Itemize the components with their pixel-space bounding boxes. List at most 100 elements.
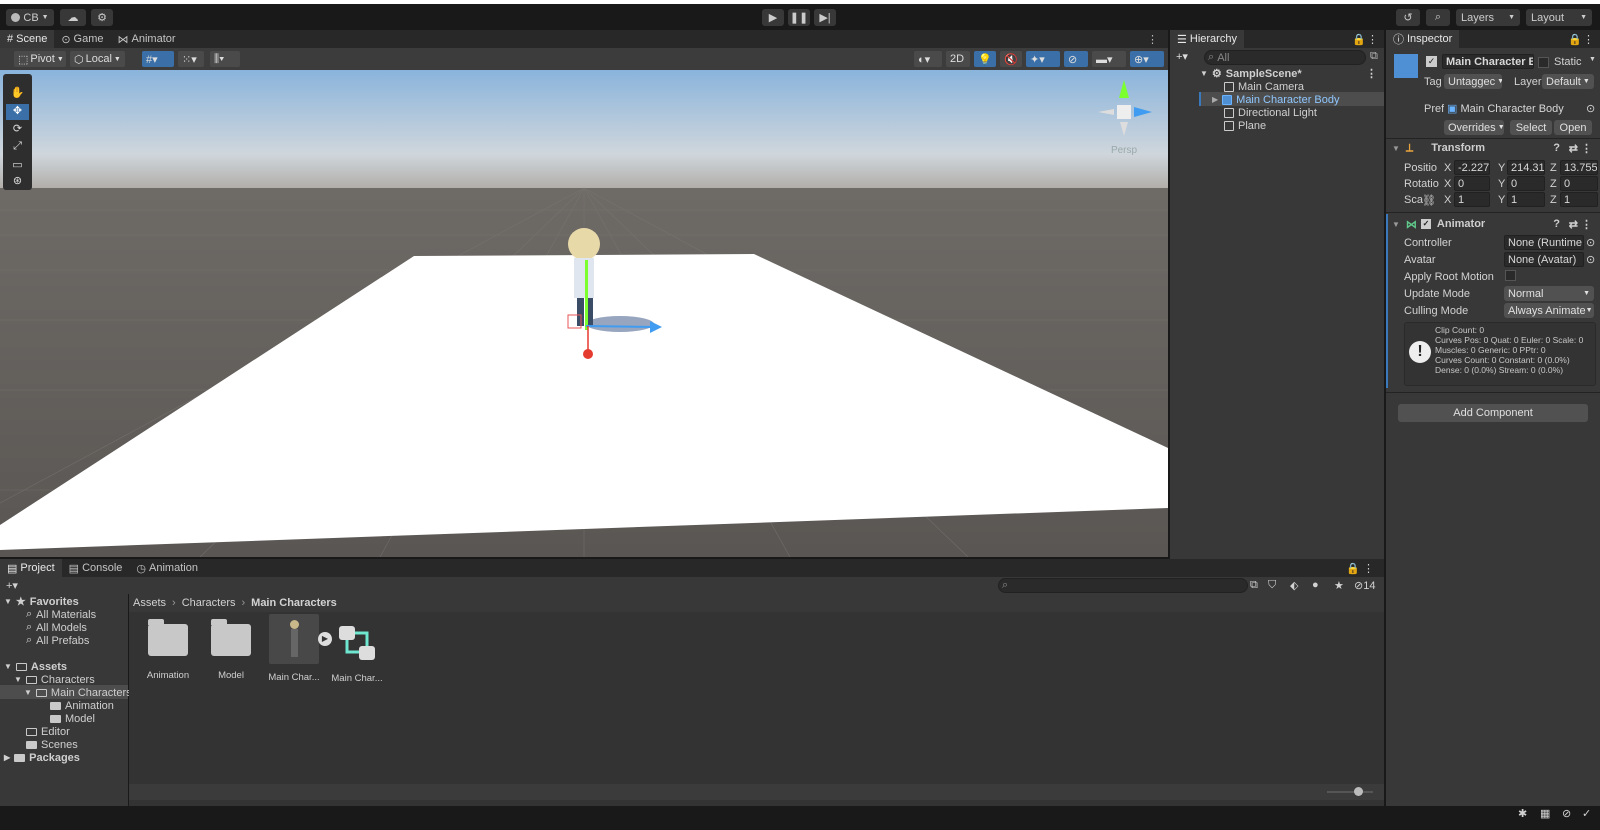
favorite-item[interactable]: ⌕ All Materials	[26, 608, 96, 621]
hand-tool-icon[interactable]: ✋	[6, 86, 29, 102]
tree-main-characters[interactable]: ▼ Main Characters	[24, 686, 132, 699]
object-picker-icon[interactable]: ⊙	[1586, 253, 1595, 266]
tree-editor[interactable]: Editor	[26, 725, 70, 738]
favorites-header[interactable]: ▼ ★ Favorites	[4, 595, 79, 609]
tab-inspector[interactable]: ⓘ Inspector	[1386, 30, 1460, 48]
more-options-icon[interactable]: ⋮	[1581, 142, 1592, 155]
tab-console[interactable]: ▤ Console	[62, 559, 130, 577]
tree-animation[interactable]: Animation	[50, 699, 114, 712]
position-z-field[interactable]: 13.755	[1560, 160, 1598, 175]
layer-dropdown[interactable]: Default ▼	[1542, 74, 1594, 89]
breadcrumb-item[interactable]: Main Characters	[251, 597, 337, 609]
project-search-input[interactable]: ⌕	[998, 578, 1248, 593]
hierarchy-search-input[interactable]: ⌕ All	[1204, 50, 1366, 65]
preset-icon[interactable]: ⇄	[1569, 142, 1578, 155]
label-icon[interactable]: ⬖	[1290, 579, 1298, 592]
position-y-field[interactable]: 214.31	[1507, 160, 1545, 175]
scene-root[interactable]: ▼ ⚙ SampleScene* ⋮	[1200, 67, 1377, 81]
object-picker-icon[interactable]: ⊙	[1586, 236, 1595, 249]
tree-model[interactable]: Model	[50, 712, 95, 725]
transform-header[interactable]: ▼ ⟂ Transform ? ⇄ ⋮	[1392, 140, 1598, 156]
select-button[interactable]: Select	[1510, 120, 1552, 135]
grid-snap-button[interactable]: #▾	[142, 51, 174, 67]
more-options-icon[interactable]: ⋮	[1366, 67, 1377, 80]
log-icon[interactable]: ●	[1312, 579, 1319, 591]
lock-icon[interactable]: 🔒	[1346, 562, 1360, 575]
effects-toggle[interactable]: ✦▾	[1026, 51, 1060, 67]
hidden-packages-toggle[interactable]: ⊘14	[1354, 579, 1375, 592]
scene-filter-icon[interactable]: ⧉	[1370, 50, 1378, 63]
overrides-dropdown[interactable]: Overrides ▼	[1444, 120, 1504, 135]
active-checkbox[interactable]: ✓	[1426, 56, 1437, 67]
star-icon[interactable]: ★	[1334, 579, 1344, 592]
static-checkbox[interactable]	[1538, 57, 1549, 68]
help-icon[interactable]: ?	[1553, 142, 1560, 154]
tree-packages[interactable]: ▶ Packages	[4, 751, 80, 764]
local-dropdown[interactable]: ⬡ Local ▼	[70, 51, 125, 67]
pause-button[interactable]: ❚❚	[788, 9, 810, 26]
tag-dropdown[interactable]: Untaggec ▼	[1444, 74, 1502, 89]
link-icon[interactable]: ⛓	[1422, 194, 1436, 207]
scale-tool-icon[interactable]: ⤢	[6, 140, 29, 156]
animator-header[interactable]: ▼ ⋈ ✓ Animator ? ⇄ ⋮	[1392, 216, 1598, 232]
hidden-objects-toggle[interactable]: ⊘	[1064, 51, 1088, 67]
lighting-toggle[interactable]: 💡	[974, 51, 996, 67]
check-circle-icon[interactable]: ✓	[1582, 807, 1591, 820]
more-options-icon[interactable]: ⋮	[1583, 33, 1594, 46]
layers-dropdown[interactable]: Layers ▼	[1456, 9, 1520, 26]
scale-y-field[interactable]: 1	[1507, 192, 1545, 207]
2d-toggle[interactable]: 2D	[946, 51, 970, 67]
zoom-slider[interactable]	[1327, 791, 1373, 793]
account-button[interactable]: CB ▼	[6, 9, 54, 26]
collab-button[interactable]: ⚙	[91, 9, 113, 26]
step-button[interactable]: ▶|	[814, 9, 836, 26]
object-name-field[interactable]: Main Character B	[1442, 54, 1534, 69]
more-options-icon[interactable]: ⋮	[1581, 218, 1592, 231]
object-picker-icon[interactable]: ⊙	[1586, 102, 1595, 115]
create-asset-button[interactable]: +▾	[6, 579, 18, 592]
lock-icon[interactable]: 🔒	[1568, 33, 1582, 46]
favorite-item[interactable]: ⌕ All Models	[26, 621, 87, 634]
asset-folder-model[interactable]: Model	[201, 619, 261, 681]
culling-mode-dropdown[interactable]: Always Animate ▼	[1504, 303, 1594, 318]
update-mode-dropdown[interactable]: Normal ▼	[1504, 286, 1594, 301]
position-x-field[interactable]: -2.227	[1454, 160, 1490, 175]
avatar-field[interactable]: None (Avatar)	[1504, 252, 1584, 267]
hierarchy-item-selected[interactable]: ▶ Main Character Body	[1212, 93, 1339, 106]
rotation-x-field[interactable]: 0	[1454, 176, 1490, 191]
camera-settings-button[interactable]: ▬▾	[1092, 51, 1126, 67]
search-button[interactable]: ⌕	[1426, 9, 1450, 26]
cache-icon[interactable]: ▦	[1540, 807, 1550, 820]
asset-animator-controller[interactable]: Main Char...	[327, 624, 387, 684]
filter-icon[interactable]: ⛉	[1268, 579, 1276, 592]
prefab-field[interactable]: ▣ Main Character Body	[1444, 101, 1592, 116]
history-button[interactable]: ↺	[1396, 9, 1420, 26]
bug-icon[interactable]: ✱	[1518, 807, 1527, 820]
search-by-type-icon[interactable]: ⧉	[1250, 579, 1258, 592]
help-icon[interactable]: ?	[1553, 218, 1560, 230]
favorite-item[interactable]: ⌕ All Prefabs	[26, 634, 89, 647]
rotation-z-field[interactable]: 0	[1560, 176, 1598, 191]
wifi-off-icon[interactable]: ⊘	[1562, 807, 1571, 820]
tab-project[interactable]: ▤ Project	[0, 559, 62, 577]
hierarchy-item[interactable]: Directional Light	[1224, 106, 1317, 119]
increment-snap-button[interactable]: ⫼▾	[210, 51, 240, 67]
audio-toggle[interactable]: 🔇	[1000, 51, 1022, 67]
root-motion-checkbox[interactable]	[1505, 270, 1516, 281]
more-options-icon[interactable]: ⋮	[1367, 33, 1378, 46]
tab-scene[interactable]: # Scene	[0, 30, 55, 48]
tab-animator[interactable]: ⋈ Animator	[111, 30, 183, 48]
tab-hierarchy[interactable]: ☰ Hierarchy	[1170, 30, 1244, 48]
transform-tool-icon[interactable]: ⊛	[6, 174, 29, 190]
more-options-icon[interactable]: ⋮	[1147, 33, 1158, 46]
shading-mode-button[interactable]: ◐▾	[914, 51, 942, 67]
scene-viewport[interactable]: ✋ ✥ ⟳ ⤢ ▭ ⊛ Persp	[0, 70, 1168, 557]
open-button[interactable]: Open	[1554, 120, 1592, 135]
gizmos-button[interactable]: ⊕▾	[1130, 51, 1164, 67]
tree-assets[interactable]: ▼ Assets	[4, 660, 67, 673]
lock-icon[interactable]: 🔒	[1352, 33, 1366, 46]
add-component-button[interactable]: Add Component	[1398, 404, 1588, 422]
layout-dropdown[interactable]: Layout ▼	[1526, 9, 1592, 26]
scale-x-field[interactable]: 1	[1454, 192, 1490, 207]
add-object-button[interactable]: +▾	[1176, 50, 1188, 63]
